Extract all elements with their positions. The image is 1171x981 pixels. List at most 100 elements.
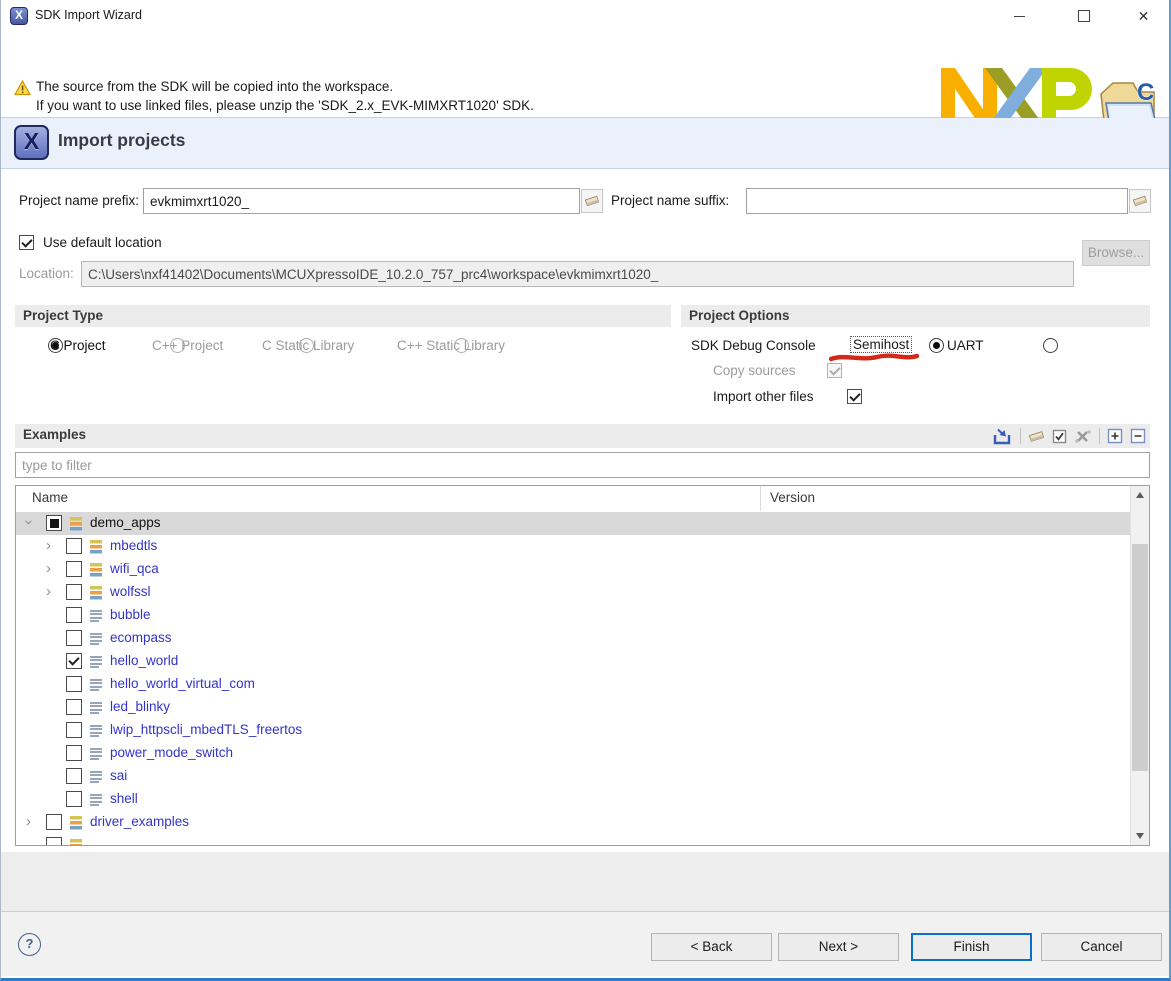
row-label[interactable]: driver_examples (90, 814, 189, 829)
cancel-button[interactable]: Cancel (1041, 933, 1162, 961)
row-checkbox[interactable] (66, 607, 82, 623)
row-checkbox[interactable] (66, 561, 82, 577)
radio-c-project-label: C Project (50, 338, 106, 353)
maximize-button[interactable] (1061, 0, 1106, 32)
radio-semihost[interactable] (929, 338, 944, 353)
eraser-icon (1132, 194, 1148, 208)
row-label[interactable]: wifi_qca (110, 561, 159, 576)
title-bar: X SDK Import Wizard ✕ (1, 0, 1169, 32)
use-default-location-checkbox[interactable] (19, 235, 34, 250)
examples-title: Examples (23, 427, 86, 442)
tree-row-led-blinky[interactable]: led_blinky (16, 696, 1130, 719)
chevron-right-icon[interactable]: › (46, 538, 51, 553)
wizard-header: The source from the SDK will be copied i… (1, 32, 1169, 118)
scroll-up-icon (1136, 492, 1144, 498)
suffix-clear-button[interactable] (1129, 189, 1151, 213)
column-header-name[interactable]: Name (32, 490, 68, 505)
prefix-input[interactable] (143, 188, 580, 214)
project-options-header: Project Options (681, 305, 1150, 327)
chevron-down-icon[interactable]: › (21, 520, 36, 525)
row-checkbox[interactable] (66, 745, 82, 761)
row-checkbox[interactable] (66, 676, 82, 692)
finish-button[interactable]: Finish (911, 933, 1032, 961)
filter-input[interactable] (15, 452, 1150, 478)
scrollbar-thumb[interactable] (1132, 544, 1148, 771)
chevron-right-icon[interactable]: › (26, 814, 31, 829)
row-label[interactable]: ecompass (110, 630, 172, 645)
close-button[interactable]: ✕ (1121, 0, 1166, 32)
row-checkbox[interactable] (66, 653, 82, 669)
row-label[interactable]: hello_world_virtual_com (110, 676, 255, 691)
collapse-all-icon[interactable] (1130, 428, 1146, 444)
radio-cpp-static-library-label: C++ Static Library (397, 338, 505, 353)
row-checkbox[interactable] (46, 837, 62, 845)
back-button[interactable]: < Back (651, 933, 772, 961)
examples-toolbar (992, 426, 1146, 446)
minimize-button[interactable] (997, 0, 1042, 32)
scroll-down-button[interactable] (1131, 827, 1149, 845)
chevron-right-icon[interactable]: › (46, 561, 51, 576)
row-label[interactable]: demo_apps (90, 515, 161, 530)
row-checkbox[interactable] (46, 515, 62, 531)
row-label[interactable]: wolfssl (110, 584, 151, 599)
scroll-up-button[interactable] (1131, 486, 1149, 504)
tree-row-sai[interactable]: sai (16, 765, 1130, 788)
import-example-icon[interactable] (992, 428, 1013, 445)
column-divider[interactable] (760, 486, 761, 511)
tree-row-driver-examples[interactable]: › driver_examples (16, 811, 1130, 834)
column-header-version[interactable]: Version (770, 490, 815, 505)
page-banner: X Import projects (1, 118, 1169, 169)
row-label[interactable]: lwip_httpscli_mbedTLS_freertos (110, 722, 302, 737)
select-all-checkbox-icon[interactable] (1052, 429, 1067, 444)
tree-row-wifi-qca[interactable]: › wifi_qca (16, 558, 1130, 581)
maximize-icon (1078, 10, 1090, 22)
radio-semihost-label[interactable]: Semihost (851, 337, 911, 352)
svg-text:C: C (1137, 79, 1154, 106)
row-checkbox[interactable] (66, 722, 82, 738)
prefix-label: Project name prefix: (19, 193, 139, 208)
row-label[interactable]: mbedtls (110, 538, 157, 553)
import-other-files-checkbox[interactable] (847, 389, 862, 404)
category-icon (70, 516, 82, 531)
row-label[interactable]: hello_world (110, 653, 178, 668)
row-checkbox[interactable] (66, 699, 82, 715)
tree-row-bubble[interactable]: bubble (16, 604, 1130, 627)
tree-row-power-mode-switch[interactable]: power_mode_switch (16, 742, 1130, 765)
tree-row-demo-apps[interactable]: › demo_apps (16, 512, 1130, 535)
row-label[interactable]: led_blinky (110, 699, 170, 714)
tree-row-clipped[interactable] (16, 834, 1130, 845)
example-icon (90, 700, 102, 715)
row-checkbox[interactable] (66, 630, 82, 646)
help-button[interactable]: ? (18, 933, 41, 956)
row-label[interactable]: power_mode_switch (110, 745, 233, 760)
tree-row-ecompass[interactable]: ecompass (16, 627, 1130, 650)
warning-icon (14, 80, 31, 96)
tree-row-lwip-httpscli-mbedtls-freertos[interactable]: lwip_httpscli_mbedTLS_freertos (16, 719, 1130, 742)
next-button[interactable]: Next > (778, 933, 899, 961)
row-checkbox[interactable] (66, 768, 82, 784)
row-label[interactable]: sai (110, 768, 127, 783)
toolbar-separator (1020, 428, 1021, 444)
example-icon (90, 723, 102, 738)
suffix-input[interactable] (746, 188, 1128, 214)
tree-row-mbedtls[interactable]: › mbedtls (16, 535, 1130, 558)
tree-row-shell[interactable]: shell (16, 788, 1130, 811)
row-checkbox[interactable] (66, 584, 82, 600)
row-checkbox[interactable] (66, 538, 82, 554)
tree-row-hello-world[interactable]: hello_world (16, 650, 1130, 673)
tree-row-hello-world-virtual-com[interactable]: hello_world_virtual_com (16, 673, 1130, 696)
warning-line-1: The source from the SDK will be copied i… (36, 79, 393, 94)
row-label[interactable]: shell (110, 791, 138, 806)
tree-row-wolfssl[interactable]: › wolfssl (16, 581, 1130, 604)
row-checkbox[interactable] (66, 791, 82, 807)
page-title: Import projects (58, 130, 185, 151)
prefix-clear-button[interactable] (581, 189, 603, 213)
row-checkbox[interactable] (46, 814, 62, 830)
clear-filter-eraser-icon[interactable] (1028, 429, 1045, 444)
vertical-scrollbar[interactable] (1130, 486, 1149, 845)
row-label[interactable]: bubble (110, 607, 151, 622)
chevron-right-icon[interactable]: › (46, 584, 51, 599)
expand-all-icon[interactable] (1107, 428, 1123, 444)
radio-uart[interactable] (1043, 338, 1058, 353)
mcuxpresso-banner-icon: X (14, 125, 49, 160)
